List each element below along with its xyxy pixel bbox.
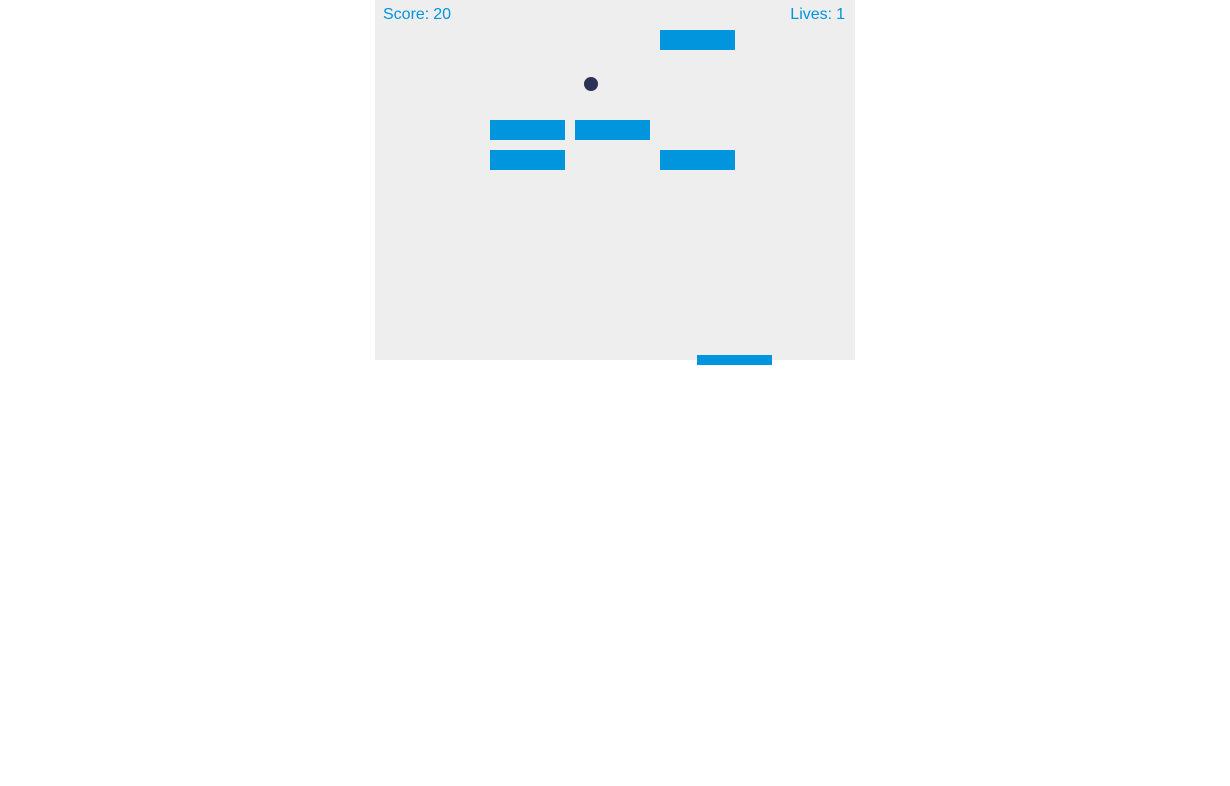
paddle[interactable]	[697, 355, 772, 365]
brick	[660, 30, 735, 50]
lives-value: 1	[836, 6, 845, 23]
score-label: Score:	[383, 6, 430, 23]
score-display: Score: 20	[383, 6, 451, 24]
brick	[575, 120, 650, 140]
brick	[490, 150, 565, 170]
lives-display: Lives: 1	[790, 6, 845, 24]
score-value: 20	[433, 6, 452, 23]
game-canvas[interactable]: Score: 20 Lives: 1	[375, 0, 855, 365]
ball	[584, 77, 598, 91]
brick	[490, 120, 565, 140]
lives-label: Lives:	[790, 6, 833, 23]
brick	[660, 150, 735, 170]
